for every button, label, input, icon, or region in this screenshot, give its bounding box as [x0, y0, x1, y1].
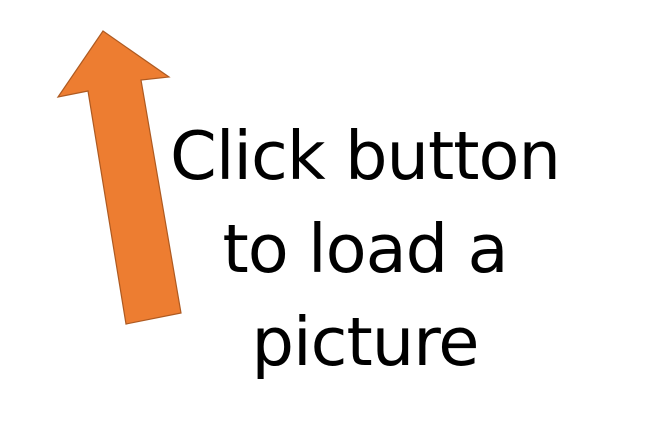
load-picture-instruction: Click button to load a picture — [150, 110, 580, 389]
instruction-line-1: Click button — [170, 117, 561, 195]
placeholder-canvas: Click button to load a picture — [0, 0, 651, 426]
instruction-line-3: picture — [251, 303, 479, 381]
instruction-line-2: to load a — [222, 210, 508, 288]
